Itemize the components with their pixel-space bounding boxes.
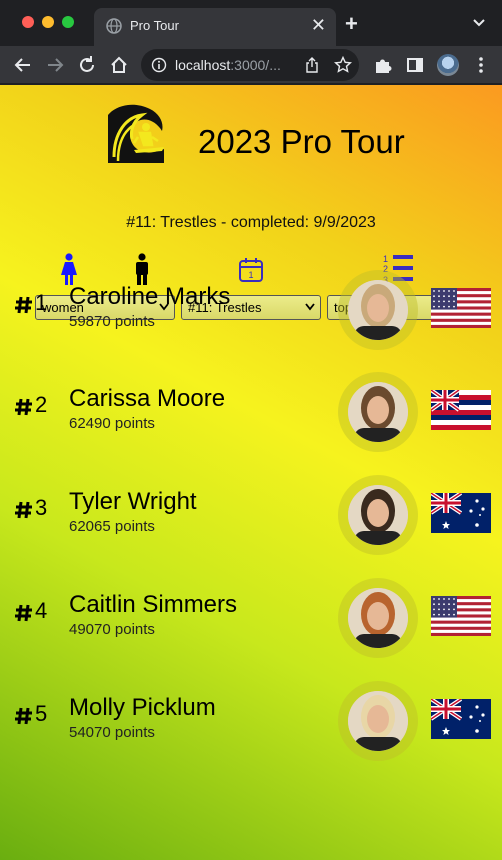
surfer-name: Caroline Marks [69,283,231,310]
zoom-window-button[interactable] [62,16,74,28]
globe-icon [106,18,122,34]
browser-tab-bar: Pro Tour ✕ + [0,0,502,46]
rank-number: 2 [35,392,48,417]
tab-title: Pro Tour [130,18,179,33]
ranking-row[interactable]: 5 Molly Picklum 54070 points [0,681,502,771]
reload-icon[interactable] [76,54,98,76]
extensions-puzzle-icon[interactable] [372,54,394,76]
close-window-button[interactable] [22,16,34,28]
ranking-row[interactable]: 1 Caroline Marks 59870 points [0,270,502,360]
surfer-name: Carissa Moore [69,385,226,412]
chevron-down-icon[interactable] [472,16,486,30]
ranking-row[interactable]: 3 Tyler Wright 62065 points [0,475,502,565]
home-icon[interactable] [108,54,130,76]
rank-number: 4 [35,598,48,623]
close-tab-icon[interactable]: ✕ [311,15,326,35]
url-text[interactable]: localhost:3000/... [175,57,281,73]
rank-number: 3 [35,495,48,520]
surfer-points: 59870 points [69,313,155,330]
bookmark-star-icon[interactable] [334,56,352,74]
surfer-photo [348,588,408,648]
address-bar[interactable]: localhost:3000/... [141,49,359,81]
page-content: 2023 Pro Tour #11: Trestles - completed:… [0,85,502,860]
forward-arrow-icon[interactable] [44,54,66,76]
hashtag-icon [15,501,32,519]
ranking-row[interactable]: 2 Carissa Moore 62490 points [0,372,502,462]
browser-toolbar: localhost:3000/... [0,46,502,84]
surfer-photo [348,485,408,545]
more-menu-icon[interactable] [470,54,492,76]
surfer-points: 62490 points [69,415,155,432]
event-status: #11: Trestles - completed: 9/9/2023 [126,214,376,231]
ranking-row[interactable]: 4 Caitlin Simmers 49070 points [0,578,502,668]
surfer-photo [348,280,408,340]
surfer-name: Molly Picklum [69,694,216,721]
minimize-window-button[interactable] [42,16,54,28]
usa-flag [431,596,491,636]
usa-flag [431,288,491,328]
hawaii-flag [431,390,491,430]
share-icon[interactable] [304,57,320,73]
australia-flag [431,699,491,739]
surfer-photo [348,382,408,442]
hashtag-icon [15,296,32,314]
new-tab-button[interactable]: + [345,13,358,35]
browser-tab[interactable]: Pro Tour ✕ [94,8,336,46]
hashtag-icon [15,604,32,622]
page-title: 2023 Pro Tour [198,123,405,160]
surf-wave-logo [108,104,164,163]
surfer-points: 49070 points [69,621,155,638]
svg-text:1: 1 [383,254,388,264]
back-arrow-icon[interactable] [12,54,34,76]
sidebar-panel-icon[interactable] [404,54,426,76]
surfer-name: Tyler Wright [69,488,197,515]
info-icon[interactable] [151,57,167,73]
australia-flag [431,493,491,533]
surfer-photo [348,691,408,751]
hashtag-icon [15,398,32,416]
surfer-points: 54070 points [69,724,155,741]
hashtag-icon [15,707,32,725]
surfer-points: 62065 points [69,518,155,535]
rank-number: 5 [35,701,48,726]
surfer-name: Caitlin Simmers [69,591,238,618]
rank-number: 1 [35,290,48,315]
profile-avatar[interactable] [437,54,459,76]
